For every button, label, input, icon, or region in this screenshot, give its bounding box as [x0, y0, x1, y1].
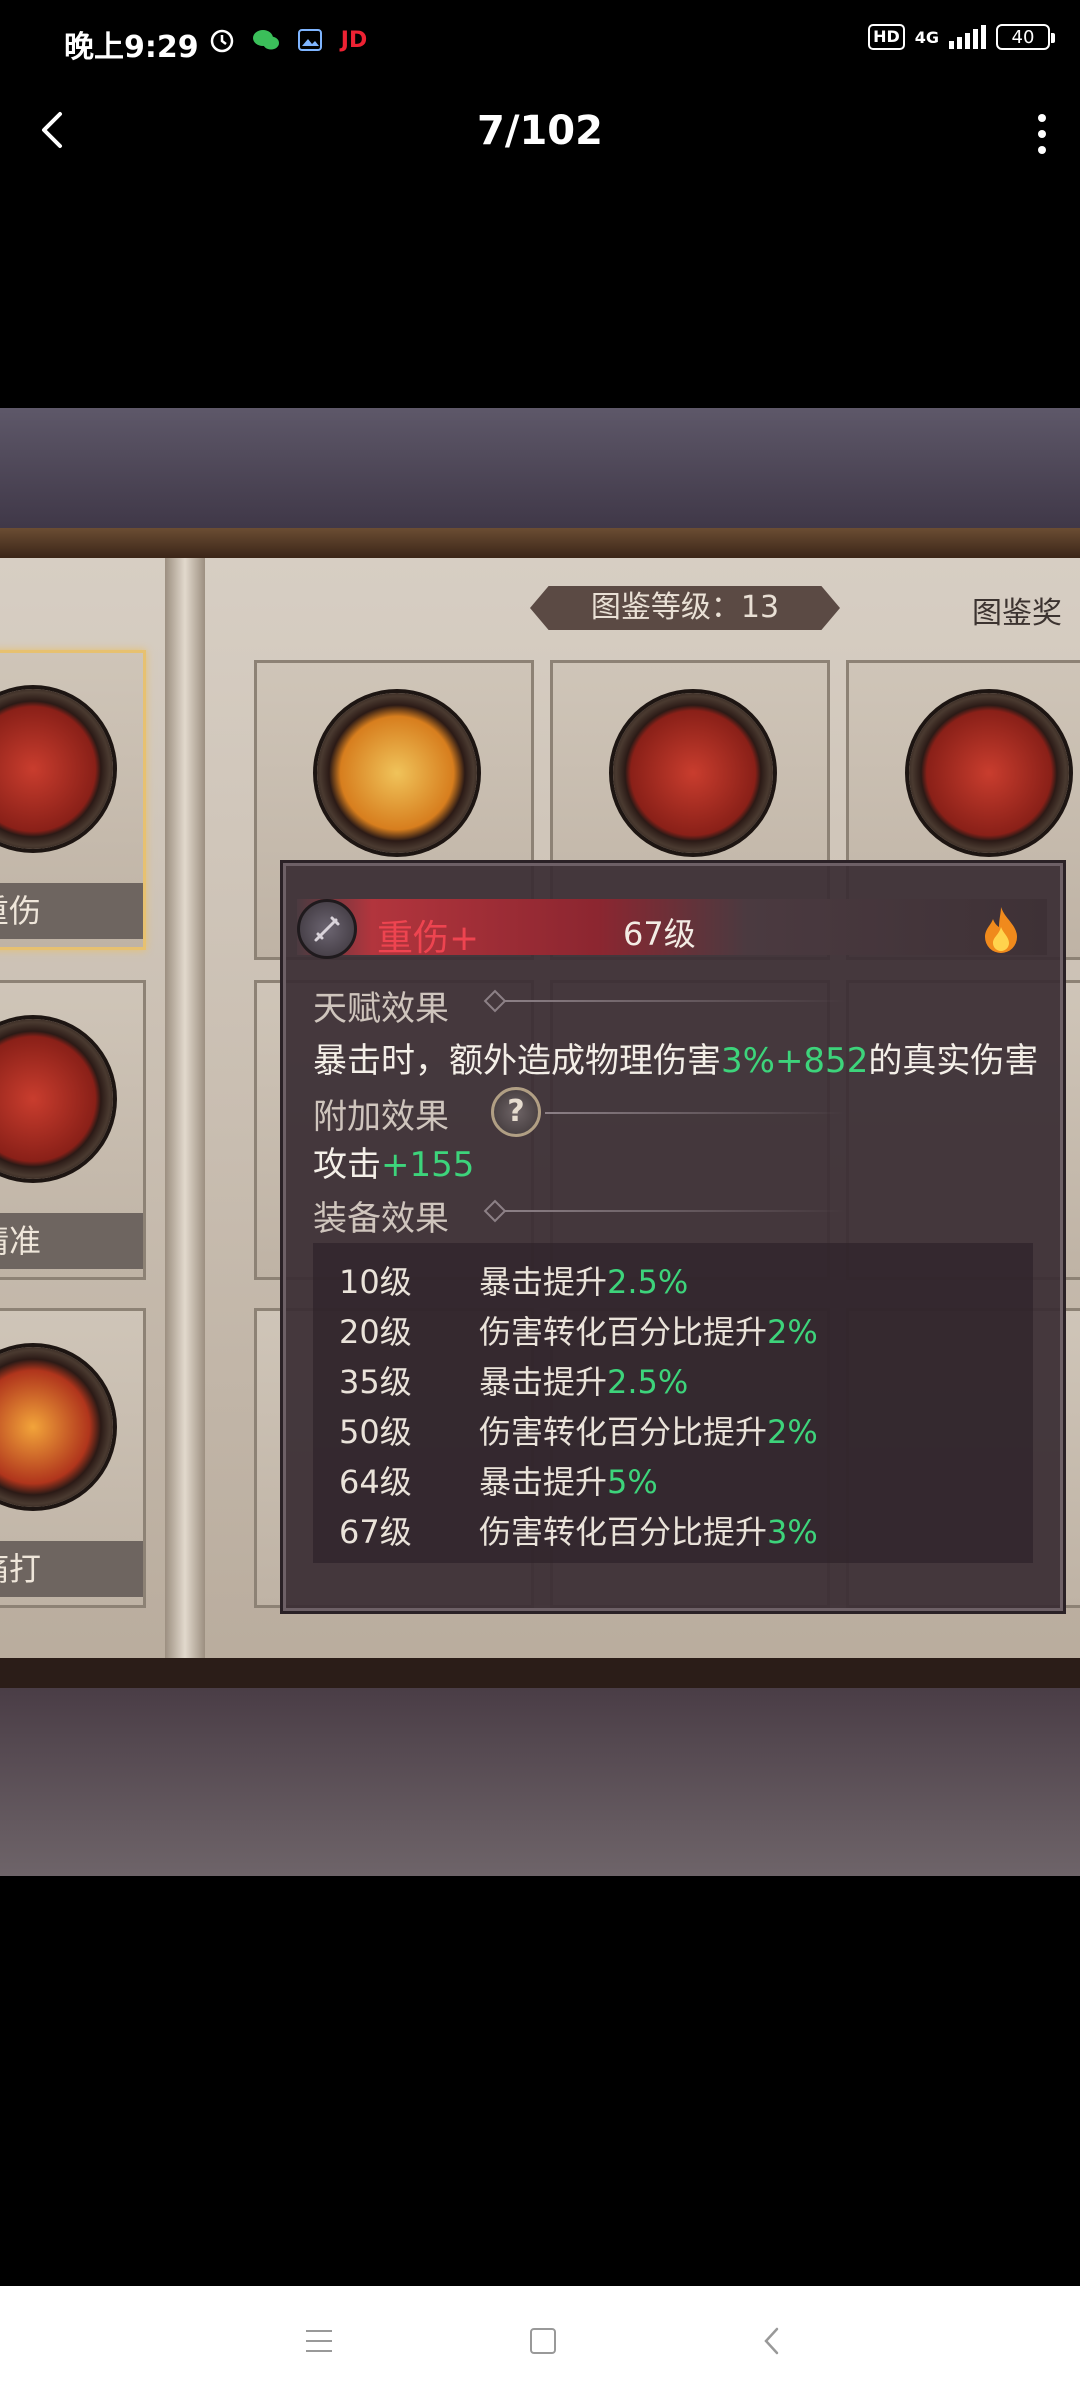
- viewer-title-bar: 7/102: [0, 80, 1080, 190]
- codex-card-selected[interactable]: 重伤: [0, 650, 146, 950]
- section-divider: [505, 1210, 845, 1212]
- hd-badge: HD: [868, 24, 905, 50]
- talent-value: 3%+852: [721, 1041, 869, 1081]
- page-counter: 7/102: [477, 108, 603, 154]
- help-icon[interactable]: ?: [491, 1087, 541, 1137]
- signal-icon: [949, 25, 986, 49]
- more-dot-icon: [1038, 114, 1046, 122]
- extra-value: +155: [381, 1145, 475, 1185]
- system-navigation-bar: [0, 2286, 1080, 2400]
- equip-value: 2.5%: [607, 1263, 689, 1301]
- status-notification-icons: JD: [208, 26, 368, 54]
- home-button[interactable]: [530, 2328, 556, 2354]
- extra-section-title: 附加效果: [313, 1097, 449, 1137]
- equip-desc: 伤害转化百分比提升: [479, 1513, 768, 1551]
- more-options-button[interactable]: [1032, 114, 1052, 154]
- book-edge: [0, 1658, 1080, 1688]
- flame-icon: [979, 905, 1023, 955]
- background-floor: [0, 1688, 1080, 1876]
- jd-icon: JD: [340, 27, 368, 53]
- codex-card-label: 重伤: [0, 883, 143, 939]
- equip-value: 5%: [607, 1463, 658, 1501]
- winged-figure-medal-icon: [317, 693, 477, 853]
- equip-level: 20级: [339, 1313, 412, 1351]
- equip-level: 64级: [339, 1463, 412, 1501]
- codex-card[interactable]: 痛打: [0, 1308, 146, 1608]
- skill-medal-icon: [0, 689, 113, 849]
- recent-apps-button[interactable]: [306, 2330, 332, 2352]
- section-divider: [505, 1000, 845, 1002]
- equip-desc: 伤害转化百分比提升: [479, 1413, 768, 1451]
- talent-effect-text: 暴击时，额外造成物理伤害3%+852的真实伤害: [313, 1041, 1039, 1081]
- skill-tooltip: 重伤+ 67级 天赋效果 暴击时，额外造成物理伤害3%+852的真实伤害 附加效…: [280, 860, 1066, 1614]
- equip-value: 2%: [767, 1313, 818, 1351]
- equip-level: 67级: [339, 1513, 412, 1551]
- skill-level: 67级: [623, 915, 696, 953]
- wechat-icon: [252, 26, 280, 54]
- codex-card[interactable]: 精准: [0, 980, 146, 1280]
- equip-desc: 暴击提升: [479, 1463, 608, 1501]
- equip-level: 35级: [339, 1363, 412, 1401]
- talent-section-title: 天赋效果: [313, 989, 449, 1029]
- codex-card-label: 精准: [0, 1213, 143, 1269]
- more-dot-icon: [1038, 130, 1046, 138]
- section-divider-icon: [483, 1199, 507, 1223]
- equip-value: 2.5%: [607, 1363, 689, 1401]
- status-time: 晚上9:29: [64, 30, 199, 65]
- network-type: 4G: [914, 27, 939, 47]
- equip-desc: 伤害转化百分比提升: [479, 1313, 768, 1351]
- equip-desc: 暴击提升: [479, 1263, 608, 1301]
- equip-section-title: 装备效果: [313, 1199, 449, 1239]
- equip-value: 3%: [767, 1513, 818, 1551]
- shield-warrior-medal-icon: [613, 693, 773, 853]
- battery-icon: 40: [996, 24, 1055, 50]
- section-divider: [545, 1112, 845, 1114]
- equip-level: 10级: [339, 1263, 412, 1301]
- fist-medal-icon: [0, 1347, 113, 1507]
- status-right: HD 4G 40: [868, 24, 1055, 50]
- equip-effects-list: 10级 暴击提升2.5% 20级 伤害转化百分比提升2% 35级 暴击提升2.5…: [313, 1243, 1033, 1563]
- background-shelf: [0, 528, 1080, 558]
- skill-medal-icon: [0, 1019, 113, 1179]
- horned-warrior-medal-icon: [909, 693, 1069, 853]
- section-divider-icon: [483, 989, 507, 1013]
- skill-name: 重伤+: [377, 918, 480, 959]
- equip-level: 50级: [339, 1413, 412, 1451]
- alarm-icon: [208, 26, 236, 54]
- codex-card-label: 痛打: [0, 1541, 143, 1597]
- codex-level-banner: 图鉴等级：13: [530, 586, 840, 630]
- gallery-icon: [296, 26, 324, 54]
- equip-desc: 暴击提升: [479, 1363, 608, 1401]
- nav-back-button[interactable]: [762, 2326, 782, 2356]
- background-roof: [0, 408, 1080, 538]
- back-arrow-icon: [764, 2327, 779, 2355]
- equip-value: 2%: [767, 1413, 818, 1451]
- more-dot-icon: [1038, 146, 1046, 154]
- status-bar: 晚上9:29 JD HD 4G 40: [0, 0, 1080, 80]
- book-spine: [165, 558, 205, 1678]
- extra-effect-text: 攻击+155: [313, 1145, 475, 1185]
- codex-reward-label: 图鉴奖: [972, 596, 1062, 631]
- sword-icon: [297, 899, 357, 959]
